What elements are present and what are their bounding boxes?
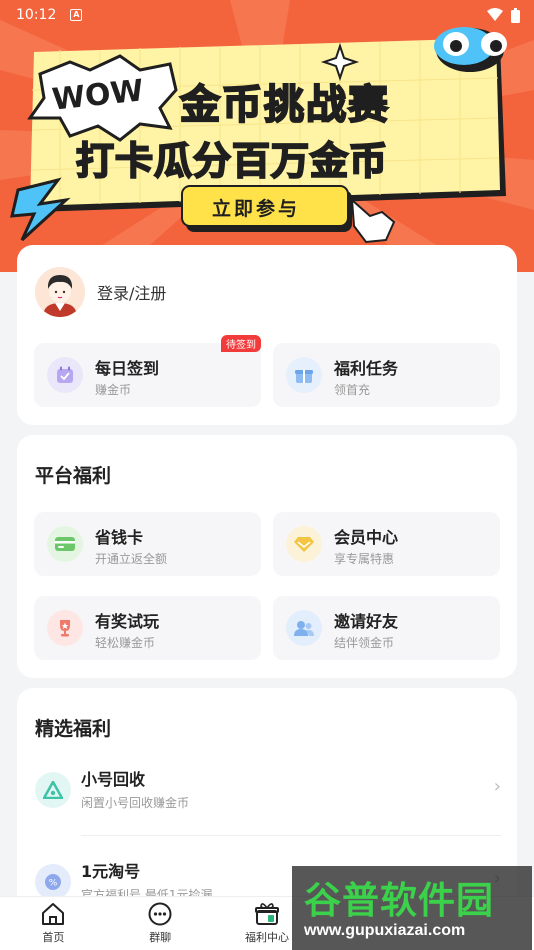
daily-checkin-desc: 赚金币 [95, 383, 132, 397]
welfare-task-tile[interactable]: 福利任务 领首充 [273, 343, 500, 407]
login-register-link[interactable]: 登录/注册 [97, 280, 166, 304]
account-recycle-desc: 闲置小号回收赚金币 [81, 796, 190, 810]
nav-welfare-center-label: 福利中心 [244, 931, 289, 944]
user-card: 登录/注册 每日签到 赚金币 待签到 福利任务 领首充 [17, 245, 517, 425]
one-yuan-account-title: 1元淘号 [81, 862, 141, 881]
nav-group-chat-label: 群聊 [149, 931, 172, 944]
member-center-desc: 享专属特惠 [334, 552, 395, 566]
svg-text:%: % [49, 879, 58, 889]
promo-banner[interactable]: WOW 金币挑战赛 打卡瓜分百万金币 立即参与 [0, 0, 534, 272]
daily-checkin-title: 每日签到 [95, 359, 160, 378]
diamond-icon [286, 526, 322, 562]
member-center-title: 会员中心 [334, 528, 399, 547]
nav-home[interactable]: 首页 [0, 897, 107, 950]
chevron-right-icon: › [493, 776, 501, 797]
watermark: 谷普软件园 www.gupuxiazai.com [292, 866, 532, 950]
card-icon [47, 526, 83, 562]
chat-icon [148, 902, 172, 926]
savings-card-desc: 开通立返全额 [95, 552, 168, 566]
platform-welfare-title: 平台福利 [35, 465, 112, 487]
pending-checkin-badge: 待签到 [221, 335, 261, 352]
gift-icon [254, 903, 279, 925]
status-bar: 10:12 A [0, 0, 534, 30]
divider [81, 835, 501, 836]
savings-card-tile[interactable]: 省钱卡 开通立返全额 [34, 512, 261, 576]
watermark-logo: 谷普软件园 [304, 879, 494, 922]
watermark-url: www.gupuxiazai.com [304, 922, 466, 939]
member-center-tile[interactable]: 会员中心 享专属特惠 [273, 512, 500, 576]
invite-friends-title: 邀请好友 [334, 612, 399, 631]
welfare-task-desc: 领首充 [334, 383, 371, 397]
trophy-icon [47, 610, 83, 646]
trial-play-tile[interactable]: 有奖试玩 轻松赚金币 [34, 596, 261, 660]
platform-welfare-card: 平台福利 省钱卡 开通立返全额 会员中心 享专属特惠 有奖试玩 轻松赚金币 邀请… [17, 435, 517, 678]
home-icon [42, 903, 65, 925]
discount-tag-icon: % [35, 864, 71, 900]
invite-friends-desc: 结伴领金币 [334, 636, 395, 650]
nav-home-label: 首页 [42, 931, 65, 944]
trial-play-title: 有奖试玩 [95, 612, 160, 631]
avatar-illustration [35, 267, 85, 317]
daily-checkin-tile[interactable]: 每日签到 赚金币 待签到 [34, 335, 261, 407]
users-icon [286, 610, 322, 646]
recycle-icon [35, 772, 71, 808]
wifi-icon [487, 8, 503, 21]
notification-a-icon: A [70, 9, 83, 21]
banner-subtitle: 打卡瓜分百万金币 [75, 138, 389, 184]
banner-title: 金币挑战赛 [179, 81, 390, 129]
savings-card-title: 省钱卡 [95, 528, 144, 547]
account-recycle-item[interactable]: 小号回收 闲置小号回收赚金币 › [35, 760, 501, 830]
gift-box-icon [286, 357, 322, 393]
invite-friends-tile[interactable]: 邀请好友 结伴领金币 [273, 596, 500, 660]
calendar-icon [47, 357, 83, 393]
status-time: 10:12 [16, 7, 57, 23]
nav-group-chat[interactable]: 群聊 [107, 897, 214, 950]
welfare-task-title: 福利任务 [334, 359, 399, 378]
banner-cta-button[interactable]: 立即参与 [212, 194, 300, 221]
trial-play-desc: 轻松赚金币 [95, 636, 156, 650]
battery-icon [511, 7, 520, 23]
selected-welfare-title: 精选福利 [35, 718, 112, 740]
login-row[interactable]: 登录/注册 [35, 267, 166, 317]
avatar[interactable] [35, 267, 85, 317]
account-recycle-title: 小号回收 [81, 770, 146, 789]
